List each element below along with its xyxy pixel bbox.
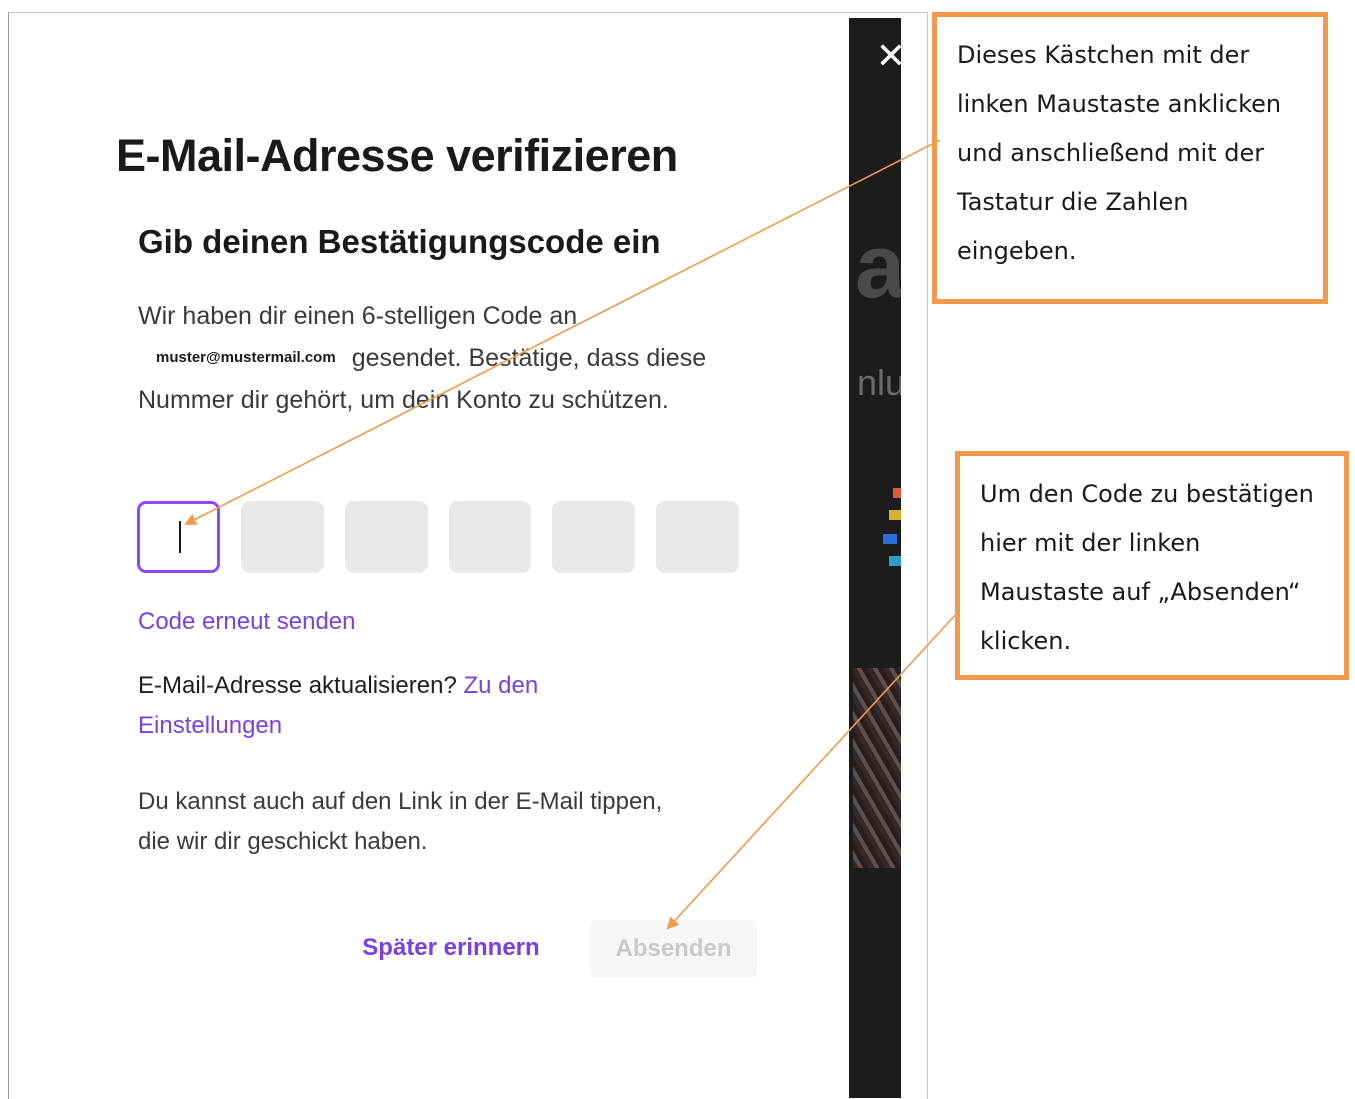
resend-code-link[interactable]: Code erneut senden bbox=[138, 608, 356, 636]
background-app-strip: al nlu bbox=[849, 18, 901, 1098]
decor-dash bbox=[883, 534, 897, 544]
email-address: muster@mustermail.com bbox=[156, 349, 336, 366]
decor-dash bbox=[889, 510, 901, 520]
code-digit-input-1[interactable] bbox=[137, 501, 220, 573]
update-email-text: E-Mail-Adresse aktualisieren? Zu den Ein… bbox=[138, 666, 658, 746]
callout-line: Um den Code zu bestätigen bbox=[980, 480, 1314, 508]
code-digit-input-4[interactable] bbox=[448, 501, 532, 573]
description: Wir haben dir einen 6-stelligen Code an … bbox=[138, 295, 718, 421]
decor-dash bbox=[889, 556, 901, 566]
callout-line: Tastatur die Zahlen bbox=[957, 188, 1189, 216]
callout-line: hier mit der linken bbox=[980, 529, 1201, 557]
background-image bbox=[853, 668, 901, 868]
modal-subtitle: Gib deinen Bestätigungscode ein bbox=[138, 223, 661, 260]
code-digit-input-3[interactable] bbox=[344, 501, 428, 573]
callout-line: klicken. bbox=[980, 627, 1072, 655]
submit-button[interactable]: Absenden bbox=[590, 920, 757, 978]
code-digit-input-2[interactable] bbox=[240, 501, 324, 573]
callout-line: eingeben. bbox=[957, 237, 1077, 265]
instruction-callout-submit: Um den Code zu bestätigen hier mit der l… bbox=[955, 451, 1349, 680]
code-digit-input-6[interactable] bbox=[656, 501, 739, 573]
code-digit-input-5[interactable] bbox=[552, 501, 636, 573]
description-text-1: Wir haben dir einen 6-stelligen Code an bbox=[138, 302, 578, 330]
instruction-callout-code: Dieses Kästchen mit der linken Maustaste… bbox=[932, 12, 1328, 304]
callout-line: linken Maustaste anklicken bbox=[957, 90, 1282, 118]
background-text-small: nlu bbox=[857, 362, 901, 403]
remind-later-button[interactable]: Später erinnern bbox=[340, 920, 562, 976]
update-email-prompt: E-Mail-Adresse aktualisieren? bbox=[138, 672, 457, 699]
modal-title: E-Mail-Adresse verifizieren bbox=[116, 130, 678, 181]
callout-line: und anschließend mit der bbox=[957, 139, 1265, 167]
callout-line: Dieses Kästchen mit der bbox=[957, 41, 1250, 69]
callout-line: Maustaste auf „Absenden“ bbox=[980, 578, 1301, 606]
background-text-large: al bbox=[855, 217, 901, 317]
text-caret bbox=[179, 521, 181, 553]
decor-dash bbox=[893, 488, 901, 498]
tap-link-hint: Du kannst auch auf den Link in der E-Mai… bbox=[138, 788, 663, 855]
close-icon[interactable]: ✕ bbox=[874, 36, 908, 76]
code-input-row bbox=[137, 501, 739, 573]
